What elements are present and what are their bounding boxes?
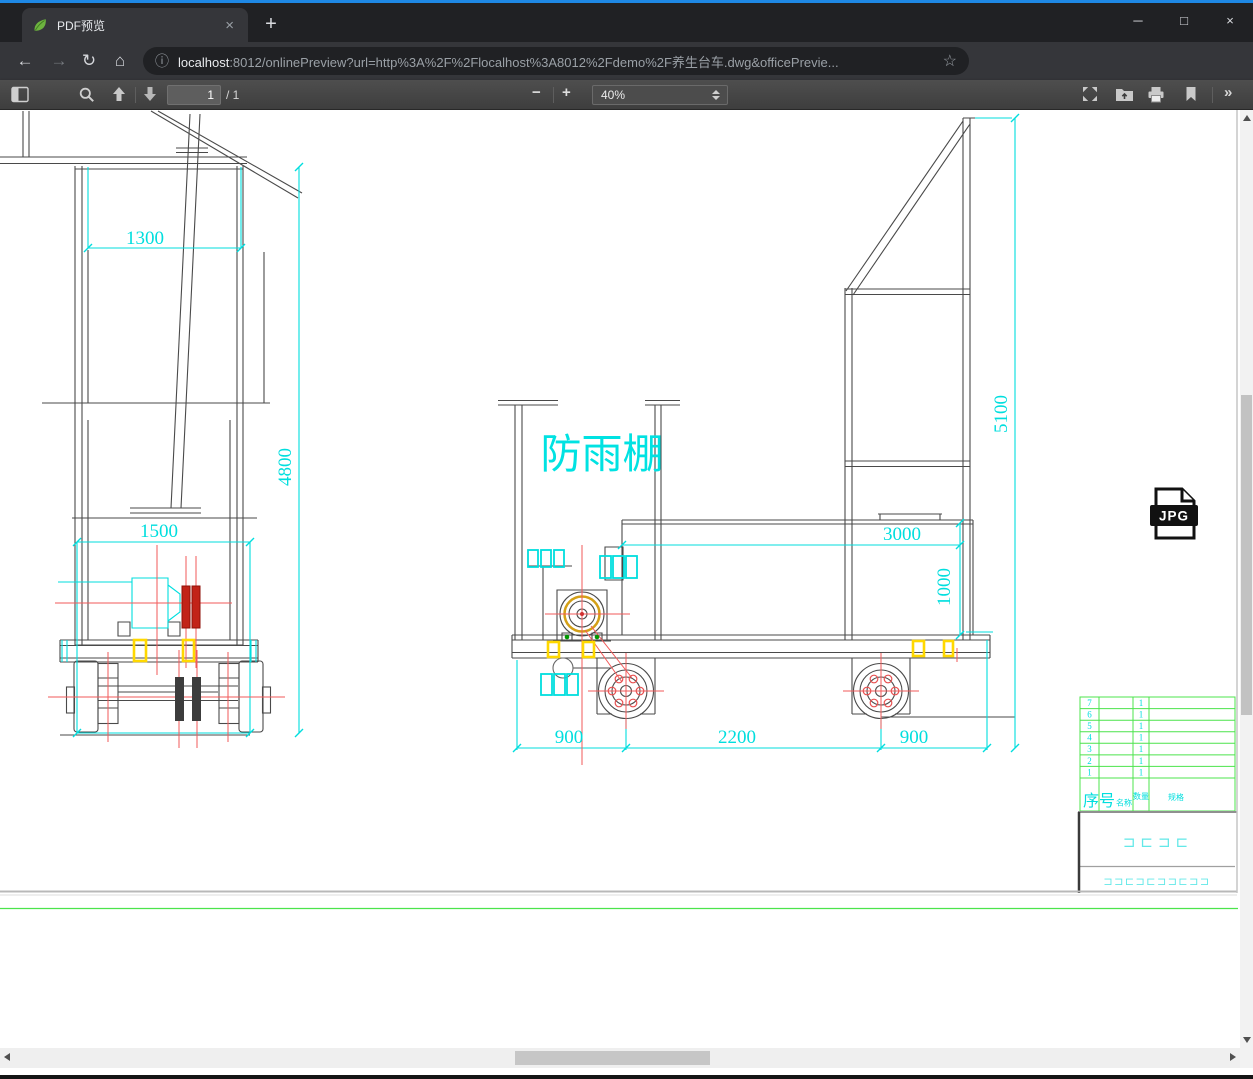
pdf-toolbar: / 1 − + 40% » [0, 80, 1253, 110]
site-info-icon[interactable]: ⓘ [155, 51, 169, 71]
close-button[interactable]: × [1207, 3, 1253, 42]
jpg-file-icon: JPG [1150, 487, 1198, 540]
title-block-row-numbers: 7 6 5 4 3 2 1 1 1 1 1 1 1 1 [1087, 698, 1143, 777]
scroll-up-arrow[interactable] [1243, 115, 1251, 121]
bookmark-star-icon[interactable]: ☆ [943, 51, 957, 71]
window-controls: ─ □ × [1115, 3, 1253, 42]
toolbar-separator [135, 87, 136, 103]
tab-close-icon[interactable]: × [221, 16, 238, 35]
scrollbar-corner [1240, 1048, 1253, 1068]
dim-front-height: 4800 [275, 448, 296, 486]
window-bottom-edge [0, 1075, 1253, 1079]
svg-text:6: 6 [1087, 710, 1092, 720]
reload-icon[interactable]: ↻ [74, 42, 104, 80]
horizontal-scroll-thumb[interactable] [515, 1051, 710, 1065]
forward-icon[interactable]: → [44, 42, 74, 80]
page-number-input[interactable] [167, 85, 221, 105]
scroll-down-arrow[interactable] [1243, 1037, 1251, 1043]
svg-text:1: 1 [1139, 756, 1144, 766]
spinner-up-icon [712, 90, 720, 94]
minimize-button[interactable]: ─ [1115, 3, 1161, 42]
toolbar-separator [1212, 87, 1213, 103]
back-icon[interactable]: ← [10, 42, 40, 80]
cad-drawing: 1300 4800 1500 3000 1000 5100 900 2200 9… [0, 110, 1238, 910]
title-block-header-name: 名称 [1116, 798, 1132, 808]
toolbar-separator [553, 87, 554, 103]
svg-text:1: 1 [1087, 767, 1092, 777]
svg-text:2: 2 [1087, 756, 1092, 766]
open-file-icon[interactable] [1115, 86, 1134, 102]
dim-side-box-width: 3000 [883, 524, 921, 545]
sidebar-toggle-icon[interactable] [11, 86, 29, 103]
vertical-scroll-thumb[interactable] [1241, 395, 1252, 715]
previous-page-icon[interactable] [112, 86, 126, 102]
url-path: :8012/onlinePreview?url=http%3A%2F%2Floc… [229, 54, 839, 70]
page-count-label: / 1 [226, 88, 240, 102]
vertical-scrollbar[interactable] [1240, 110, 1253, 1048]
search-icon[interactable] [79, 87, 95, 103]
zoom-level-value: 40% [601, 88, 626, 102]
dimension-lines [58, 117, 1016, 750]
scroll-right-arrow[interactable] [1230, 1053, 1236, 1061]
horizontal-scrollbar[interactable] [0, 1048, 1240, 1068]
url-host: localhost [178, 54, 230, 70]
new-tab-button[interactable]: + [258, 12, 284, 38]
home-icon[interactable]: ⌂ [105, 42, 135, 80]
zoom-out-icon[interactable]: − [532, 84, 541, 101]
page-borders [0, 110, 1238, 910]
browser-tab[interactable]: PDF预览 × [22, 8, 248, 42]
spinner-down-icon [712, 96, 720, 100]
bookmark-icon[interactable] [1184, 86, 1198, 102]
tab-title: PDF预览 [57, 18, 106, 33]
svg-text:1: 1 [1139, 744, 1144, 754]
more-tools-icon[interactable]: » [1224, 84, 1232, 101]
next-page-icon[interactable] [143, 86, 157, 102]
front-view-geometry [0, 110, 303, 736]
dim-front-width-top: 1300 [126, 228, 164, 249]
zoom-in-icon[interactable]: + [562, 84, 571, 101]
title-block-placeholder-2: ⊐⊐⊏⊐⊏⊐⊐⊏⊐⊐ [1103, 875, 1210, 888]
dim-front-width-mid: 1500 [140, 521, 178, 542]
scroll-left-arrow[interactable] [4, 1053, 10, 1061]
title-block-placeholder-1: ⊐⊏⊐⊏ [1123, 833, 1193, 851]
browser-window: PDF预览 × + ─ □ × ← → ↻ ⌂ ⓘ localhost:8012… [0, 0, 1253, 1079]
rain-shelter-label: 防雨棚 [541, 430, 664, 478]
presentation-mode-icon[interactable] [1082, 86, 1098, 102]
dim-span-left: 900 [555, 727, 584, 748]
svg-text:4: 4 [1087, 733, 1092, 743]
svg-text:7: 7 [1087, 698, 1092, 708]
maximize-button[interactable]: □ [1161, 3, 1207, 42]
centerlines [48, 545, 958, 765]
title-block-header-qty: 数量 [1133, 791, 1149, 801]
svg-text:1: 1 [1139, 733, 1144, 743]
dim-side-box-height: 1000 [934, 568, 955, 606]
title-block-header-serial: 序号 [1083, 791, 1115, 810]
pdf-page-canvas[interactable]: 1300 4800 1500 3000 1000 5100 900 2200 9… [0, 110, 1253, 1048]
address-bar[interactable]: ⓘ localhost:8012/onlinePreview?url=http%… [143, 47, 969, 75]
dim-span-mid: 2200 [718, 727, 756, 748]
side-view-geometry [498, 117, 1015, 720]
svg-text:1: 1 [1139, 721, 1144, 731]
dim-span-right: 900 [900, 727, 929, 748]
svg-text:1: 1 [1139, 710, 1144, 720]
browser-toolbar: ← → ↻ ⌂ ⓘ localhost:8012/onlinePreview?u… [0, 42, 1253, 115]
svg-text:5: 5 [1087, 721, 1092, 731]
spring-leaf-favicon [34, 19, 46, 31]
zoom-level-select[interactable]: 40% [592, 85, 728, 105]
jpg-badge-text: JPG [1159, 509, 1189, 524]
url-text[interactable]: localhost:8012/onlinePreview?url=http%3A… [178, 52, 935, 71]
tab-strip: PDF预览 × + ─ □ × [0, 3, 1253, 42]
title-block-header-spec: 规格 [1168, 792, 1184, 802]
svg-text:1: 1 [1139, 698, 1144, 708]
dim-side-height: 5100 [991, 395, 1012, 433]
print-icon[interactable] [1147, 86, 1165, 103]
svg-text:3: 3 [1087, 744, 1092, 754]
svg-text:1: 1 [1139, 767, 1144, 777]
